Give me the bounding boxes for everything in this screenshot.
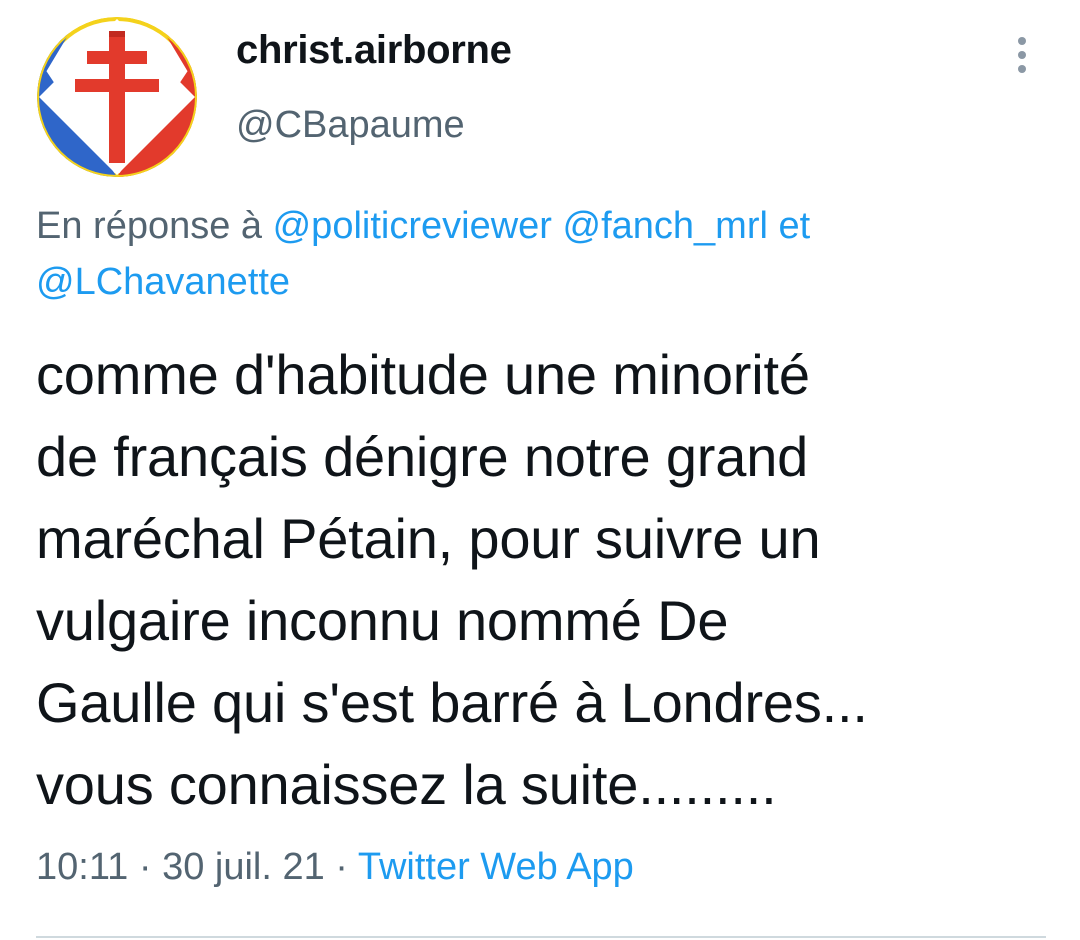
more-dot-icon — [1018, 65, 1026, 73]
more-dot-icon — [1018, 37, 1026, 45]
tweet-line: vous connaissez la suite......... — [36, 753, 777, 816]
reply-conjunction: et — [767, 205, 811, 247]
tweet-card: christ.airborne @CBapaume En réponse à @… — [0, 0, 1080, 940]
tweet-line: de français dénigre notre grand — [36, 425, 809, 488]
avatar[interactable] — [37, 17, 197, 177]
meta-separator: · — [128, 846, 163, 888]
cross-of-lorraine-icon — [37, 17, 197, 177]
tweet-date[interactable]: 30 juil. 21 — [162, 846, 325, 888]
tweet-line: Gaulle qui s'est barré à Londres... — [36, 671, 868, 734]
user-handle[interactable]: @CBapaume — [236, 104, 465, 147]
more-dot-icon — [1018, 51, 1026, 59]
tweet-time[interactable]: 10:11 — [36, 846, 128, 888]
reply-context: En réponse à @politicreviewer @fanch_mrl… — [36, 198, 1046, 310]
tweet-source-link[interactable]: Twitter Web App — [358, 846, 634, 888]
tweet-body: comme d'habitude une minorité de françai… — [36, 334, 1056, 826]
divider — [36, 936, 1046, 938]
more-options-button[interactable] — [1002, 30, 1042, 80]
mention-lchavanette[interactable]: @LChavanette — [36, 261, 290, 303]
reply-prefix: En réponse à — [36, 205, 273, 247]
mention-fanch-mrl[interactable]: @fanch_mrl — [563, 205, 768, 247]
tweet-meta: 10:11 · 30 juil. 21 · Twitter Web App — [36, 846, 634, 889]
tweet-line: vulgaire inconnu nommé De — [36, 589, 729, 652]
tweet-line: maréchal Pétain, pour suivre un — [36, 507, 821, 570]
mention-politicreviewer[interactable]: @politicreviewer — [273, 205, 552, 247]
display-name[interactable]: christ.airborne — [236, 28, 512, 73]
tweet-line: comme d'habitude une minorité — [36, 343, 810, 406]
meta-separator: · — [324, 846, 358, 888]
